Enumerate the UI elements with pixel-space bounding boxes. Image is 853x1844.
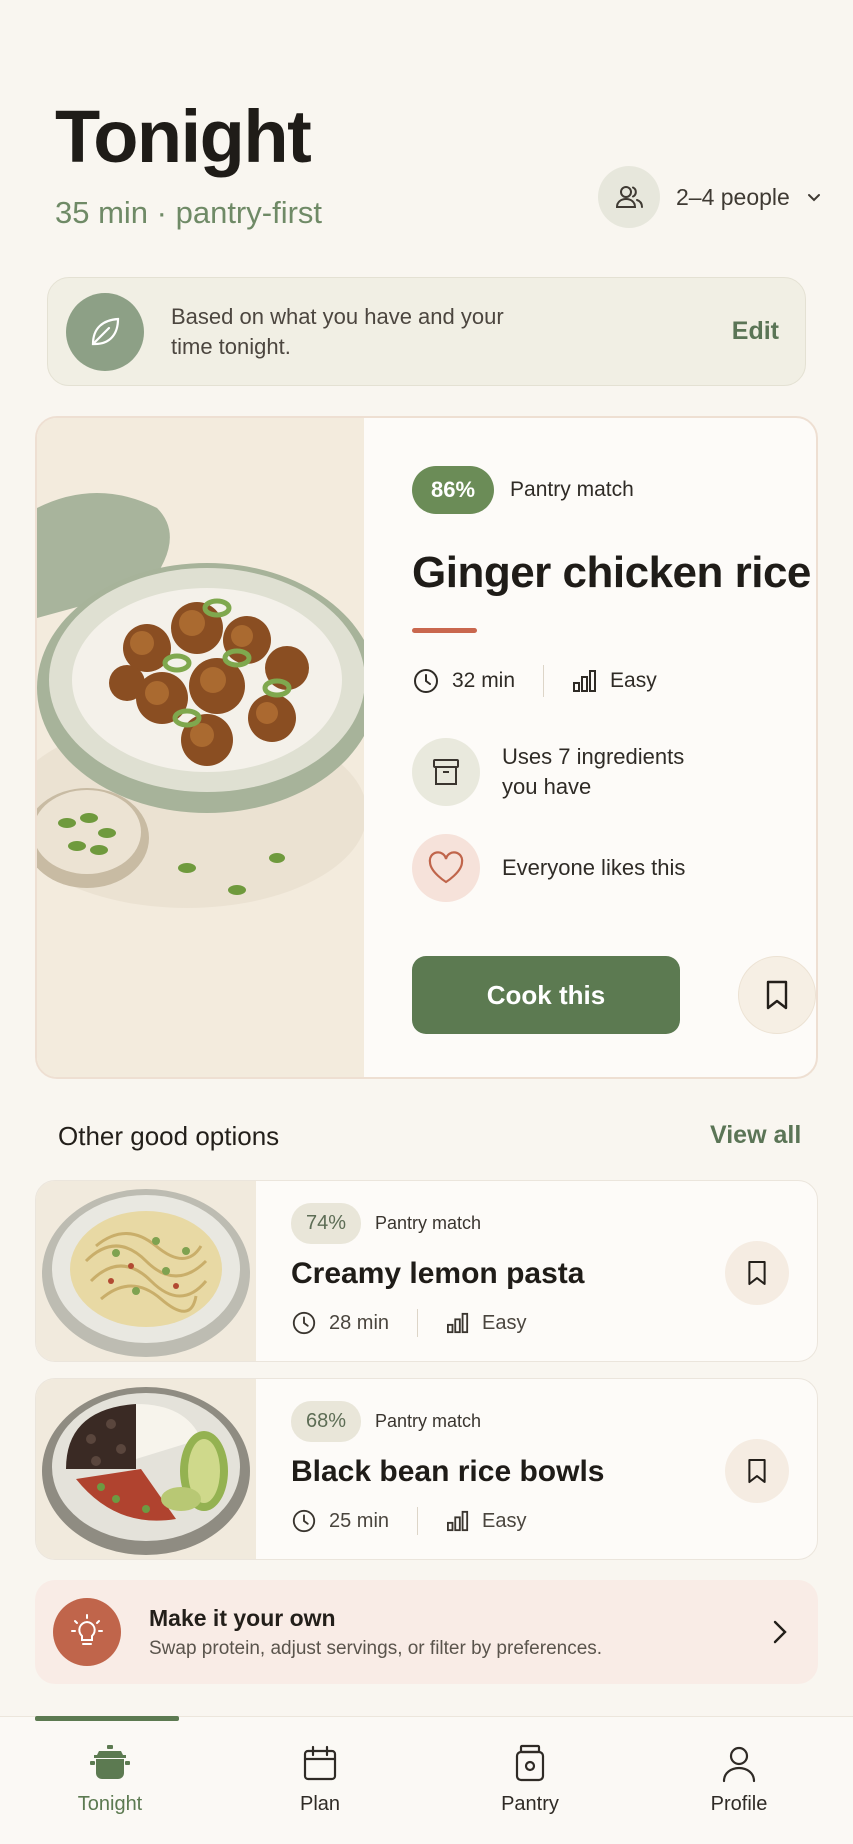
pot-icon xyxy=(90,1745,130,1779)
ginger-chicken-rice-image xyxy=(37,418,364,1077)
people-selector[interactable]: 2–4 people xyxy=(598,166,822,228)
chevron-down-icon xyxy=(807,194,820,202)
tab-pantry[interactable]: Pantry xyxy=(455,1743,605,1816)
recipe-time: 28 min xyxy=(329,1311,390,1334)
people-icon xyxy=(598,166,660,228)
customize-banner[interactable]: Make it your own Swap protein, adjust se… xyxy=(35,1580,818,1684)
pantry-box-icon xyxy=(412,738,480,806)
recipe-name: Black bean rice bowls xyxy=(291,1455,605,1488)
page-subtitle: 35 min · pantry-first xyxy=(55,195,323,230)
pantry-match: 68% Pantry match xyxy=(291,1401,481,1442)
clock-icon xyxy=(414,669,438,693)
recipe-difficulty: Easy xyxy=(482,1509,527,1532)
tab-label: Plan xyxy=(299,1793,341,1815)
tip-title: Make it your own xyxy=(149,1604,336,1631)
calendar-icon xyxy=(303,1745,337,1781)
accent-divider xyxy=(412,628,477,633)
difficulty-icon xyxy=(447,1510,469,1532)
bookmark-icon xyxy=(748,1458,766,1484)
heart-icon xyxy=(412,834,480,902)
tab-profile[interactable]: Profile xyxy=(664,1743,814,1816)
hero-difficulty: Easy xyxy=(610,669,657,692)
hero-recipe-title: Ginger chicken rice xyxy=(412,548,811,597)
clock-icon xyxy=(292,1311,316,1335)
recipe-difficulty: Easy xyxy=(482,1311,527,1334)
context-banner: Based on what you have and your time ton… xyxy=(47,277,806,386)
tab-label: Tonight xyxy=(77,1793,143,1815)
save-recipe-button[interactable] xyxy=(725,1241,789,1305)
hero-pantry-match: 86% Pantry match xyxy=(412,466,634,514)
hero-time: 32 min xyxy=(452,669,516,692)
clock-icon xyxy=(292,1509,316,1533)
feature-ingredients: Uses 7 ingredients you have xyxy=(412,738,702,806)
match-percent-badge: 68% xyxy=(291,1401,362,1442)
people-label: 2–4 people xyxy=(676,183,790,210)
page-title: Tonight xyxy=(55,95,312,178)
creamy-lemon-pasta-image xyxy=(36,1181,256,1361)
recipe-time: 25 min xyxy=(329,1509,390,1532)
feature-likes: Everyone likes this xyxy=(412,834,685,902)
recipe-card-black-bean-rice-bowls[interactable]: 68% Pantry match Black bean rice bowls 2… xyxy=(35,1378,818,1560)
recipe-card-creamy-lemon-pasta[interactable]: 74% Pantry match Creamy lemon pasta 28 m… xyxy=(35,1180,818,1362)
tab-label: Pantry xyxy=(501,1793,559,1815)
chevron-right-icon xyxy=(773,1620,787,1644)
bookmark-icon xyxy=(748,1260,766,1286)
feature-ingredients-text: Uses 7 ingredients you have xyxy=(502,744,685,799)
bottom-nav: Tonight Plan Pantry Profile xyxy=(0,1716,853,1844)
banner-text: Based on what you have and your time ton… xyxy=(171,303,504,359)
match-percent-badge: 74% xyxy=(291,1203,362,1244)
tab-label: Profile xyxy=(710,1793,768,1815)
match-percent-badge: 86% xyxy=(412,466,495,514)
section-title: Other good options xyxy=(58,1121,280,1151)
view-all-link[interactable]: View all xyxy=(710,1121,801,1150)
jar-icon xyxy=(515,1744,545,1782)
difficulty-icon xyxy=(447,1312,469,1334)
lightbulb-icon xyxy=(53,1598,121,1666)
pantry-match: 74% Pantry match xyxy=(291,1203,481,1244)
save-recipe-button[interactable] xyxy=(725,1439,789,1503)
hero-meta: 32 min Easy xyxy=(412,665,657,697)
tab-tonight[interactable]: Tonight xyxy=(35,1743,185,1816)
black-bean-rice-bowls-image xyxy=(36,1379,256,1559)
recipe-name: Creamy lemon pasta xyxy=(291,1257,585,1290)
difficulty-icon xyxy=(573,670,597,692)
match-label: Pantry match xyxy=(375,1213,482,1233)
feature-likes-text: Everyone likes this xyxy=(502,855,686,880)
tab-plan[interactable]: Plan xyxy=(245,1743,395,1816)
save-recipe-button[interactable] xyxy=(738,956,816,1034)
match-label: Pantry match xyxy=(510,478,634,501)
cook-this-button[interactable]: Cook this xyxy=(412,956,680,1034)
tip-text: Swap protein, adjust servings, or filter… xyxy=(149,1637,603,1659)
match-label: Pantry match xyxy=(375,1411,482,1431)
active-tab-indicator xyxy=(35,1716,179,1721)
edit-button[interactable]: Edit xyxy=(732,317,779,346)
user-icon xyxy=(722,1746,756,1783)
recipe-meta: 25 min Easy xyxy=(291,1507,527,1535)
leaf-icon xyxy=(66,292,144,371)
recipe-meta: 28 min Easy xyxy=(291,1309,527,1337)
hero-recipe-card[interactable]: 86% Pantry match Ginger chicken rice 32 … xyxy=(35,416,818,1079)
bookmark-icon xyxy=(766,980,788,1010)
